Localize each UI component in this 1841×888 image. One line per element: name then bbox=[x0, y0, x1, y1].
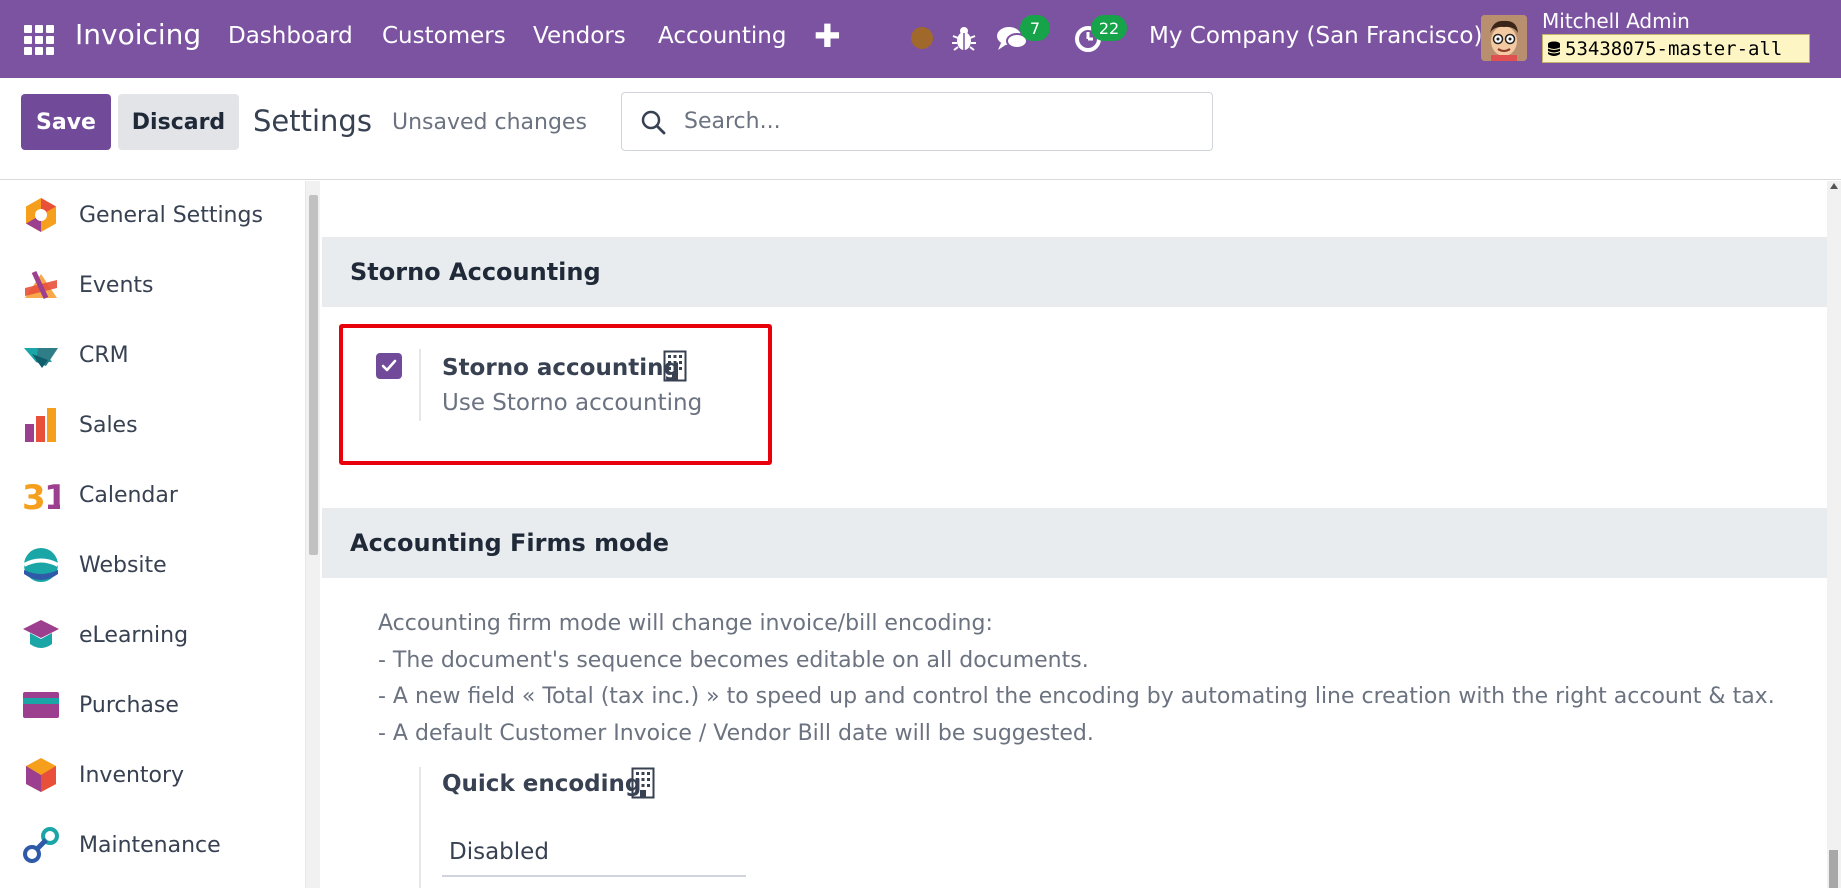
page-title: Settings bbox=[253, 104, 372, 138]
sidebar-scrollbar-thumb[interactable] bbox=[309, 195, 318, 555]
sidebar-item-label: Sales bbox=[79, 412, 138, 438]
chat-count-badge: 7 bbox=[1020, 15, 1050, 41]
app-name[interactable]: Invoicing bbox=[75, 18, 201, 51]
sidebar-item-label: Calendar bbox=[79, 482, 178, 508]
sidebar-item-events[interactable]: Events bbox=[0, 260, 300, 310]
save-button[interactable]: Save bbox=[21, 94, 111, 150]
scroll-up-arrow-icon[interactable] bbox=[1830, 183, 1838, 189]
section-header-storno: Storno Accounting bbox=[322, 237, 1827, 307]
sidebar-item-general-settings[interactable]: General Settings bbox=[0, 190, 300, 240]
svg-text:3: 3 bbox=[22, 478, 46, 514]
settings-content: Storno Accounting Storno accounting Use … bbox=[322, 181, 1827, 888]
database-name: 53438075-master-all bbox=[1565, 37, 1783, 60]
search-bar[interactable] bbox=[621, 92, 1213, 151]
sidebar-item-label: Purchase bbox=[79, 692, 179, 718]
storno-setting-label: Storno accounting bbox=[442, 355, 680, 381]
company-building-icon bbox=[663, 350, 687, 382]
quick-encoding-label: Quick encoding bbox=[442, 771, 642, 797]
status-dot-icon[interactable] bbox=[911, 27, 933, 49]
discard-button[interactable]: Discard bbox=[118, 94, 239, 150]
storno-checkbox[interactable] bbox=[376, 353, 402, 379]
quick-encoding-select[interactable]: Disabled bbox=[449, 839, 549, 865]
menu-vendors[interactable]: Vendors bbox=[533, 23, 626, 49]
top-navbar: Invoicing Dashboard Customers Vendors Ac… bbox=[0, 0, 1841, 78]
events-icon bbox=[25, 270, 57, 300]
menu-customers[interactable]: Customers bbox=[382, 23, 506, 49]
sidebar-item-website[interactable]: Website bbox=[0, 540, 300, 590]
database-chip: 53438075-master-all bbox=[1542, 34, 1810, 63]
unsaved-status: Unsaved changes bbox=[392, 110, 587, 135]
sidebar-item-label: Events bbox=[79, 272, 154, 298]
search-icon bbox=[641, 110, 666, 134]
control-panel: Save Discard Settings Unsaved changes bbox=[0, 78, 1841, 180]
firms-description-line: - A default Customer Invoice / Vendor Bi… bbox=[378, 721, 1094, 746]
crm-icon bbox=[24, 348, 58, 368]
maintenance-icon bbox=[23, 827, 59, 863]
sidebar-item-crm[interactable]: CRM bbox=[0, 330, 300, 380]
app-menu-icon[interactable] bbox=[24, 25, 54, 55]
sidebar-item-maintenance[interactable]: Maintenance bbox=[0, 820, 300, 870]
sidebar-item-sales[interactable]: Sales bbox=[0, 400, 300, 450]
search-input[interactable] bbox=[684, 109, 1164, 134]
sidebar-item-label: Inventory bbox=[79, 762, 185, 788]
inventory-icon bbox=[26, 758, 56, 792]
company-switcher[interactable]: My Company (San Francisco) bbox=[1149, 23, 1482, 49]
sidebar-item-purchase[interactable]: Purchase bbox=[0, 680, 300, 730]
svg-text:1: 1 bbox=[44, 478, 60, 514]
elearning-icon bbox=[23, 620, 59, 648]
firms-description-line: - A new field « Total (tax inc.) » to sp… bbox=[378, 684, 1775, 709]
user-name[interactable]: Mitchell Admin bbox=[1542, 9, 1690, 33]
website-icon bbox=[23, 548, 59, 582]
plus-icon[interactable]: ✚ bbox=[814, 17, 841, 55]
activity-count-badge: 22 bbox=[1091, 15, 1127, 41]
company-building-icon bbox=[631, 767, 655, 799]
sidebar-item-label: CRM bbox=[79, 342, 129, 368]
setting-divider bbox=[419, 349, 421, 421]
select-underline bbox=[442, 875, 746, 877]
checkmark-icon bbox=[381, 359, 397, 372]
bug-icon[interactable] bbox=[951, 24, 977, 52]
purchase-icon bbox=[23, 692, 59, 718]
setting-divider bbox=[419, 767, 421, 888]
menu-accounting[interactable]: Accounting bbox=[658, 23, 786, 49]
menu-dashboard[interactable]: Dashboard bbox=[228, 23, 353, 49]
general-settings-icon bbox=[26, 198, 56, 232]
sidebar-item-label: Website bbox=[79, 552, 167, 578]
firms-description-line: Accounting firm mode will change invoice… bbox=[378, 611, 993, 636]
sidebar-item-elearning[interactable]: eLearning bbox=[0, 610, 300, 660]
content-scrollbar-thumb[interactable] bbox=[1829, 850, 1838, 888]
sales-icon bbox=[25, 408, 56, 442]
user-avatar[interactable] bbox=[1481, 15, 1527, 61]
section-header-accounting-firms: Accounting Firms mode bbox=[322, 508, 1827, 578]
firms-description-line: - The document's sequence becomes editab… bbox=[378, 648, 1089, 673]
sidebar-item-label: Maintenance bbox=[79, 832, 221, 858]
sidebar-item-calendar[interactable]: 3 1 Calendar bbox=[0, 470, 300, 520]
sidebar-item-label: eLearning bbox=[79, 622, 189, 648]
database-icon bbox=[1547, 41, 1561, 56]
sidebar-item-inventory[interactable]: Inventory bbox=[0, 750, 300, 800]
settings-sidebar: General Settings Events CRM Sales 3 1 Ca… bbox=[0, 181, 306, 888]
storno-setting-description: Use Storno accounting bbox=[442, 390, 703, 416]
sidebar-item-label: General Settings bbox=[79, 202, 263, 228]
content-scrollbar[interactable] bbox=[1827, 181, 1841, 888]
calendar-icon: 3 1 bbox=[22, 478, 60, 514]
